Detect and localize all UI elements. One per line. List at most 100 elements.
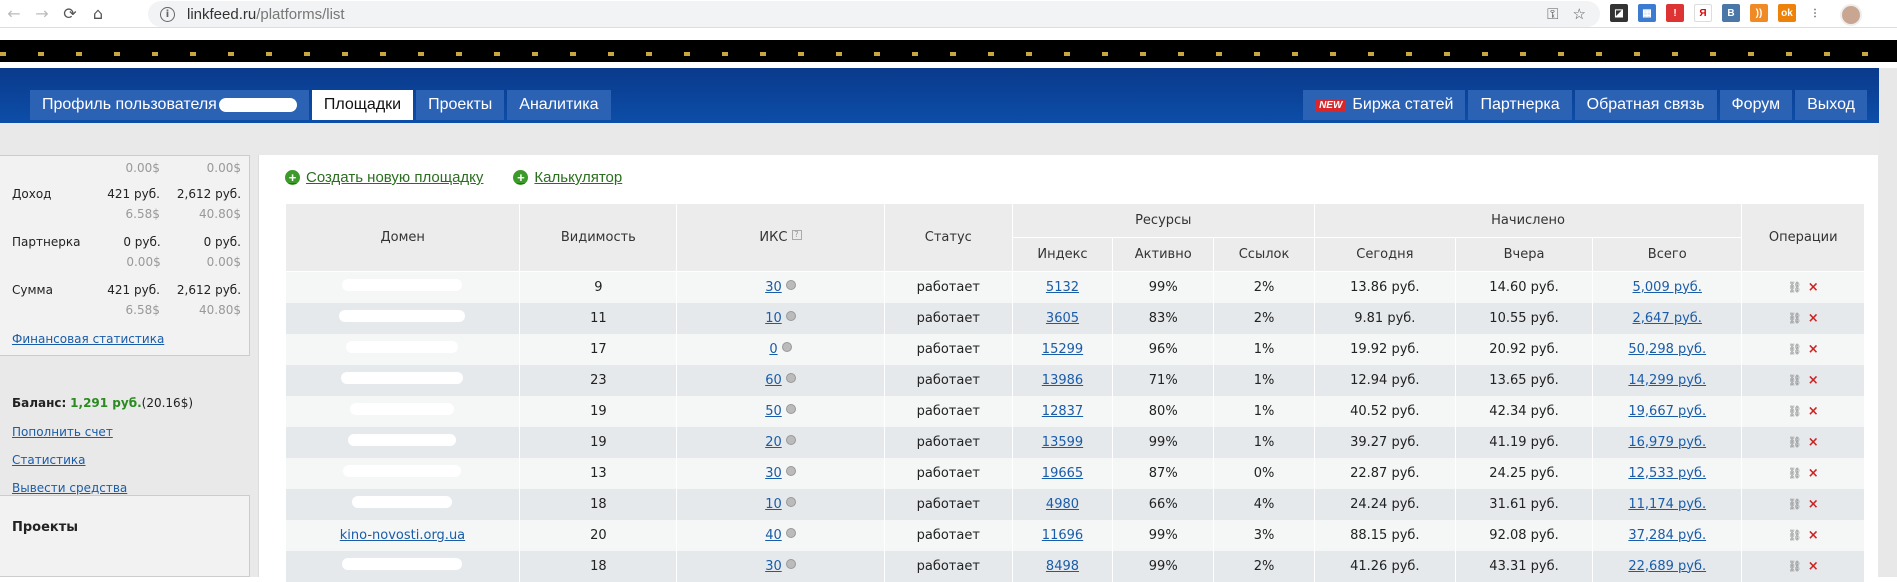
delete-icon[interactable]: × [1808, 280, 1819, 295]
iks-link[interactable]: 0 [769, 342, 777, 357]
odnoklassniki-icon[interactable]: ok [1778, 4, 1796, 22]
iks-link[interactable]: 20 [765, 435, 782, 450]
yandex-icon[interactable]: Я [1694, 4, 1712, 22]
delete-icon[interactable]: × [1808, 528, 1819, 543]
info-icon[interactable] [785, 434, 796, 445]
link-icon[interactable]: ⛓ [1788, 344, 1802, 355]
index-link[interactable]: 13986 [1042, 373, 1083, 388]
link-icon[interactable]: ⛓ [1788, 561, 1802, 572]
iks-link[interactable]: 10 [765, 497, 782, 512]
info-icon[interactable] [785, 310, 796, 321]
create-platform-link[interactable]: + Создать новую площадку [285, 169, 483, 186]
col-active[interactable]: Активно [1112, 237, 1215, 272]
index-link[interactable]: 11696 [1042, 528, 1083, 543]
total-link[interactable]: 22,689 руб. [1628, 559, 1706, 574]
col-total[interactable]: Всего [1592, 237, 1743, 272]
link-icon[interactable]: ⛓ [1788, 313, 1802, 324]
rss-icon[interactable]: )) [1750, 4, 1768, 22]
help-icon[interactable]: ? [791, 230, 802, 240]
total-link[interactable]: 5,009 руб. [1633, 280, 1702, 295]
tab-right-1[interactable]: Партнерка [1468, 90, 1572, 120]
link-icon[interactable]: ⛓ [1788, 468, 1802, 479]
iks-link[interactable]: 30 [765, 559, 782, 574]
info-icon[interactable] [785, 372, 796, 383]
col-visibility[interactable]: Видимость [519, 203, 678, 272]
vk-icon[interactable]: B [1722, 4, 1740, 22]
info-icon[interactable] [781, 341, 792, 352]
calculator-link[interactable]: + Калькулятор [513, 169, 622, 186]
home-icon[interactable]: ⌂ [84, 0, 112, 28]
stats-link[interactable]: Статистика [0, 446, 250, 474]
index-link[interactable]: 15299 [1042, 342, 1083, 357]
back-icon[interactable]: ← [0, 0, 28, 28]
iks-link[interactable]: 50 [765, 404, 782, 419]
index-link[interactable]: 8498 [1046, 559, 1079, 574]
address-bar[interactable]: i linkfeed.ru/platforms/list ⚿ ☆ [148, 1, 1600, 27]
col-index[interactable]: Индекс [1011, 237, 1114, 272]
index-link[interactable]: 5132 [1046, 280, 1079, 295]
menu-icon[interactable]: ⋮ [1806, 4, 1824, 22]
iks-link[interactable]: 10 [765, 311, 782, 326]
col-links[interactable]: Ссылок [1213, 237, 1315, 272]
total-link[interactable]: 11,174 руб. [1628, 497, 1706, 512]
iks-link[interactable]: 30 [765, 280, 782, 295]
total-link[interactable]: 2,647 руб. [1633, 311, 1702, 326]
tab-right-4[interactable]: Выход [1795, 90, 1867, 120]
link-icon[interactable]: ⛓ [1788, 375, 1802, 386]
top-up-link[interactable]: Пополнить счет [0, 418, 250, 446]
extension-icon[interactable]: ◪ [1610, 4, 1628, 22]
finance-stats-link[interactable]: Финансовая статистика [12, 326, 241, 355]
info-icon[interactable] [785, 403, 796, 414]
tab-3[interactable]: Аналитика [507, 90, 611, 120]
tab-2[interactable]: Проекты [416, 90, 505, 120]
col-domain[interactable]: Домен [284, 203, 521, 272]
star-icon[interactable]: ☆ [1573, 5, 1586, 23]
tab-right-3[interactable]: Форум [1719, 90, 1793, 120]
info-icon[interactable] [785, 527, 796, 538]
iks-link[interactable]: 60 [765, 373, 782, 388]
total-link[interactable]: 16,979 руб. [1628, 435, 1706, 450]
delete-icon[interactable]: × [1808, 311, 1819, 326]
delete-icon[interactable]: × [1808, 404, 1819, 419]
delete-icon[interactable]: × [1808, 466, 1819, 481]
total-link[interactable]: 12,533 руб. [1628, 466, 1706, 481]
index-link[interactable]: 3605 [1046, 311, 1079, 326]
link-icon[interactable]: ⛓ [1788, 499, 1802, 510]
delete-icon[interactable]: × [1808, 373, 1819, 388]
delete-icon[interactable]: × [1808, 435, 1819, 450]
col-status[interactable]: Статус [883, 203, 1013, 272]
total-link[interactable]: 37,284 руб. [1628, 528, 1706, 543]
index-link[interactable]: 12837 [1042, 404, 1083, 419]
delete-icon[interactable]: × [1808, 342, 1819, 357]
info-icon[interactable] [785, 465, 796, 476]
key-icon[interactable]: ⚿ [1547, 5, 1558, 23]
col-today[interactable]: Сегодня [1313, 237, 1457, 272]
delete-icon[interactable]: × [1808, 497, 1819, 512]
iks-link[interactable]: 30 [765, 466, 782, 481]
tab-1[interactable]: Площадки [311, 90, 414, 120]
avatar[interactable] [1840, 4, 1862, 26]
link-icon[interactable]: ⛓ [1788, 437, 1802, 448]
tab-right-2[interactable]: Обратная связь [1574, 90, 1717, 120]
total-link[interactable]: 19,667 руб. [1628, 404, 1706, 419]
delete-icon[interactable]: × [1808, 559, 1819, 574]
scrollbar[interactable] [1879, 68, 1897, 577]
index-link[interactable]: 4980 [1046, 497, 1079, 512]
link-icon[interactable]: ⛓ [1788, 282, 1802, 293]
tab-right-0[interactable]: NEW Биржа статей [1303, 90, 1466, 120]
info-icon[interactable] [785, 496, 796, 507]
forward-icon[interactable]: → [28, 0, 56, 28]
tab-0[interactable]: Профиль пользователя [30, 90, 309, 120]
total-link[interactable]: 50,298 руб. [1628, 342, 1706, 357]
iks-link[interactable]: 40 [765, 528, 782, 543]
reload-icon[interactable]: ⟳ [56, 0, 84, 28]
extension-red-icon[interactable]: ! [1666, 4, 1684, 22]
extension-grid-icon[interactable]: ▦ [1638, 4, 1656, 22]
info-icon[interactable] [785, 558, 796, 569]
index-link[interactable]: 13599 [1042, 435, 1083, 450]
link-icon[interactable]: ⛓ [1788, 406, 1802, 417]
info-icon[interactable]: i [160, 6, 175, 22]
info-icon[interactable] [785, 279, 796, 290]
index-link[interactable]: 19665 [1042, 466, 1083, 481]
col-iks[interactable]: ИКС ? [676, 203, 885, 272]
